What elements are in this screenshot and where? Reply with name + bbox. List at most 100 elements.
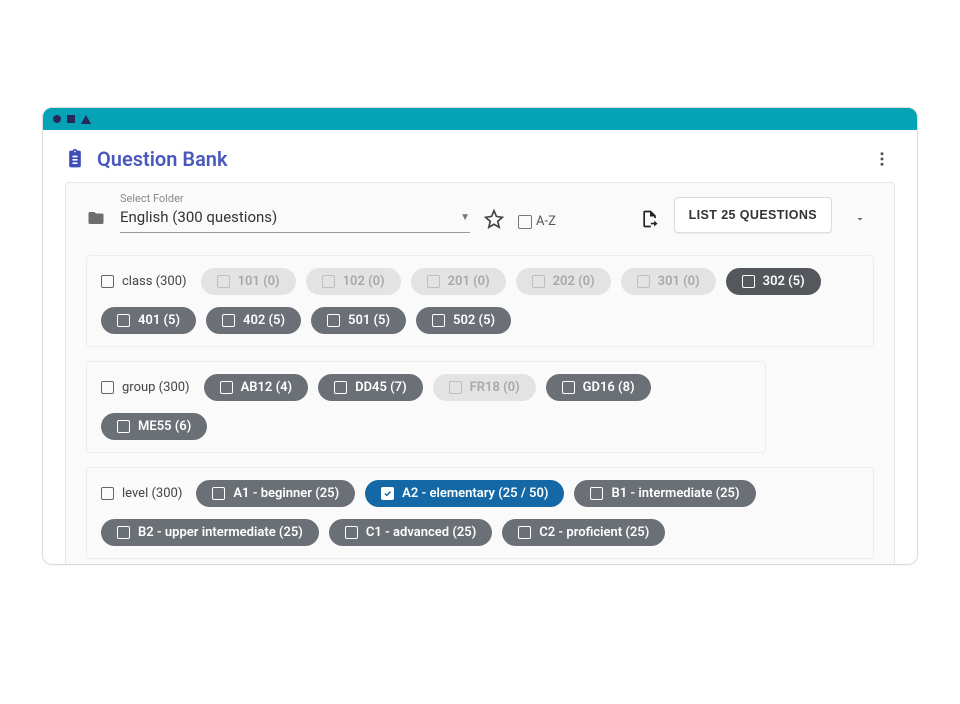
checkbox-empty-icon xyxy=(334,381,347,394)
chip-group[interactable]: GD16 (8) xyxy=(546,374,651,401)
folder-select-label: Select Folder xyxy=(120,192,184,205)
sort-az-toggle[interactable]: A-Z xyxy=(518,214,556,229)
chip-label: B1 - intermediate (25) xyxy=(611,486,739,501)
chip-level[interactable]: A2 - elementary (25 / 50) xyxy=(365,480,564,507)
checkbox-checked-icon xyxy=(381,487,394,500)
window-titlebar xyxy=(43,108,917,130)
checkbox-empty-icon xyxy=(449,381,462,394)
chip-label: C1 - advanced (25) xyxy=(366,525,476,540)
chip-class[interactable]: 302 (5) xyxy=(726,268,821,295)
chip-label: A1 - beginner (25) xyxy=(233,486,339,501)
tag-section-group: group (300) AB12 (4) DD45 (7) FR18 (0) GD16 … xyxy=(86,361,766,453)
chip-level[interactable]: B2 - upper intermediate (25) xyxy=(101,519,319,546)
checkbox-empty-icon xyxy=(432,314,445,327)
file-export-icon xyxy=(640,209,660,229)
section-group-toggle[interactable]: group (300) xyxy=(101,380,190,395)
chip-level[interactable]: C1 - advanced (25) xyxy=(329,519,492,546)
checkbox-empty-icon xyxy=(220,381,233,394)
tag-section-level: level (300) A1 - beginner (25) A2 - elemen… xyxy=(86,467,874,559)
chip-class: 301 (0) xyxy=(621,268,716,295)
checkbox-empty-icon xyxy=(518,526,531,539)
sort-az-label: A-Z xyxy=(536,214,556,229)
page-header: Question Bank xyxy=(43,130,917,182)
chip-label: ME55 (6) xyxy=(138,419,191,434)
caret-down-icon: ▼ xyxy=(460,212,470,223)
list-questions-button[interactable]: LIST 25 QUESTIONS xyxy=(674,197,832,233)
tag-section-class: class (300) 101 (0) 102 (0) 201 (0) 202 (0) 3… xyxy=(86,255,874,347)
chip-level[interactable]: B1 - intermediate (25) xyxy=(574,480,755,507)
chip-label: 101 (0) xyxy=(238,274,280,289)
chip-label: 201 (0) xyxy=(448,274,490,289)
chip-level[interactable]: A1 - beginner (25) xyxy=(196,480,355,507)
chip-label: 302 (5) xyxy=(763,274,805,289)
filter-panel: Select Folder English (300 questions) ▼ … xyxy=(65,182,895,565)
checkbox-empty-icon xyxy=(212,487,225,500)
chip-label: DD45 (7) xyxy=(355,380,407,395)
chip-group[interactable]: DD45 (7) xyxy=(318,374,423,401)
checkbox-empty-icon xyxy=(532,275,545,288)
chip-class[interactable]: 501 (5) xyxy=(311,307,406,334)
favorite-button[interactable] xyxy=(484,209,504,229)
chip-label: 401 (5) xyxy=(138,313,180,328)
section-level-label: level (300) xyxy=(122,486,182,501)
window-control-square xyxy=(67,115,75,123)
folder-icon xyxy=(86,209,106,227)
checkbox-empty-icon xyxy=(518,215,532,229)
window-control-circle xyxy=(53,115,61,123)
checkbox-empty-icon xyxy=(117,420,130,433)
checkbox-empty-icon xyxy=(327,314,340,327)
toolbar: Select Folder English (300 questions) ▼ … xyxy=(86,197,874,233)
checkbox-empty-icon xyxy=(590,487,603,500)
section-class-toggle[interactable]: class (300) xyxy=(101,274,187,289)
checkbox-empty-icon xyxy=(742,275,755,288)
folder-select[interactable]: Select Folder English (300 questions) ▼ xyxy=(120,204,470,233)
more-vert-icon xyxy=(873,150,891,168)
page-title: Question Bank xyxy=(97,147,228,171)
chip-label: 402 (5) xyxy=(243,313,285,328)
chip-label: C2 - proficient (25) xyxy=(539,525,649,540)
checkbox-empty-icon xyxy=(101,275,114,288)
section-level-toggle[interactable]: level (300) xyxy=(101,486,182,501)
list-questions-dropdown[interactable] xyxy=(846,205,874,233)
chip-class[interactable]: 401 (5) xyxy=(101,307,196,334)
chip-group[interactable]: AB12 (4) xyxy=(204,374,309,401)
checkbox-empty-icon xyxy=(222,314,235,327)
checkbox-empty-icon xyxy=(101,487,114,500)
chip-class: 102 (0) xyxy=(306,268,401,295)
section-class-label: class (300) xyxy=(122,274,187,289)
checkbox-empty-icon xyxy=(117,526,130,539)
chip-level[interactable]: C2 - proficient (25) xyxy=(502,519,665,546)
chip-label: B2 - upper intermediate (25) xyxy=(138,525,303,540)
section-group-label: group (300) xyxy=(122,380,190,395)
chip-class: 201 (0) xyxy=(411,268,506,295)
folder-select-value: English (300 questions) xyxy=(120,208,460,226)
clipboard-icon xyxy=(65,148,85,170)
chip-label: 502 (5) xyxy=(453,313,495,328)
chip-class[interactable]: 502 (5) xyxy=(416,307,511,334)
more-menu-button[interactable] xyxy=(869,146,895,172)
checkbox-empty-icon xyxy=(562,381,575,394)
star-outline-icon xyxy=(484,209,504,229)
chip-label: 202 (0) xyxy=(553,274,595,289)
chip-label: A2 - elementary (25 / 50) xyxy=(402,486,548,501)
chip-label: AB12 (4) xyxy=(241,380,293,395)
checkbox-empty-icon xyxy=(117,314,130,327)
chip-class[interactable]: 402 (5) xyxy=(206,307,301,334)
checkbox-empty-icon xyxy=(217,275,230,288)
checkbox-empty-icon xyxy=(637,275,650,288)
chip-group: FR18 (0) xyxy=(433,374,536,401)
chip-group[interactable]: ME55 (6) xyxy=(101,413,207,440)
export-button[interactable] xyxy=(640,209,660,229)
chip-label: 301 (0) xyxy=(658,274,700,289)
app-window: Question Bank Select Folder English (300… xyxy=(42,107,918,565)
caret-down-icon xyxy=(854,213,866,225)
checkbox-empty-icon xyxy=(322,275,335,288)
chip-label: 102 (0) xyxy=(343,274,385,289)
checkbox-empty-icon xyxy=(101,381,114,394)
chip-class: 202 (0) xyxy=(516,268,611,295)
chip-class: 101 (0) xyxy=(201,268,296,295)
checkbox-empty-icon xyxy=(427,275,440,288)
content-area: Select Folder English (300 questions) ▼ … xyxy=(43,182,917,565)
chip-label: GD16 (8) xyxy=(583,380,635,395)
chip-label: 501 (5) xyxy=(348,313,390,328)
